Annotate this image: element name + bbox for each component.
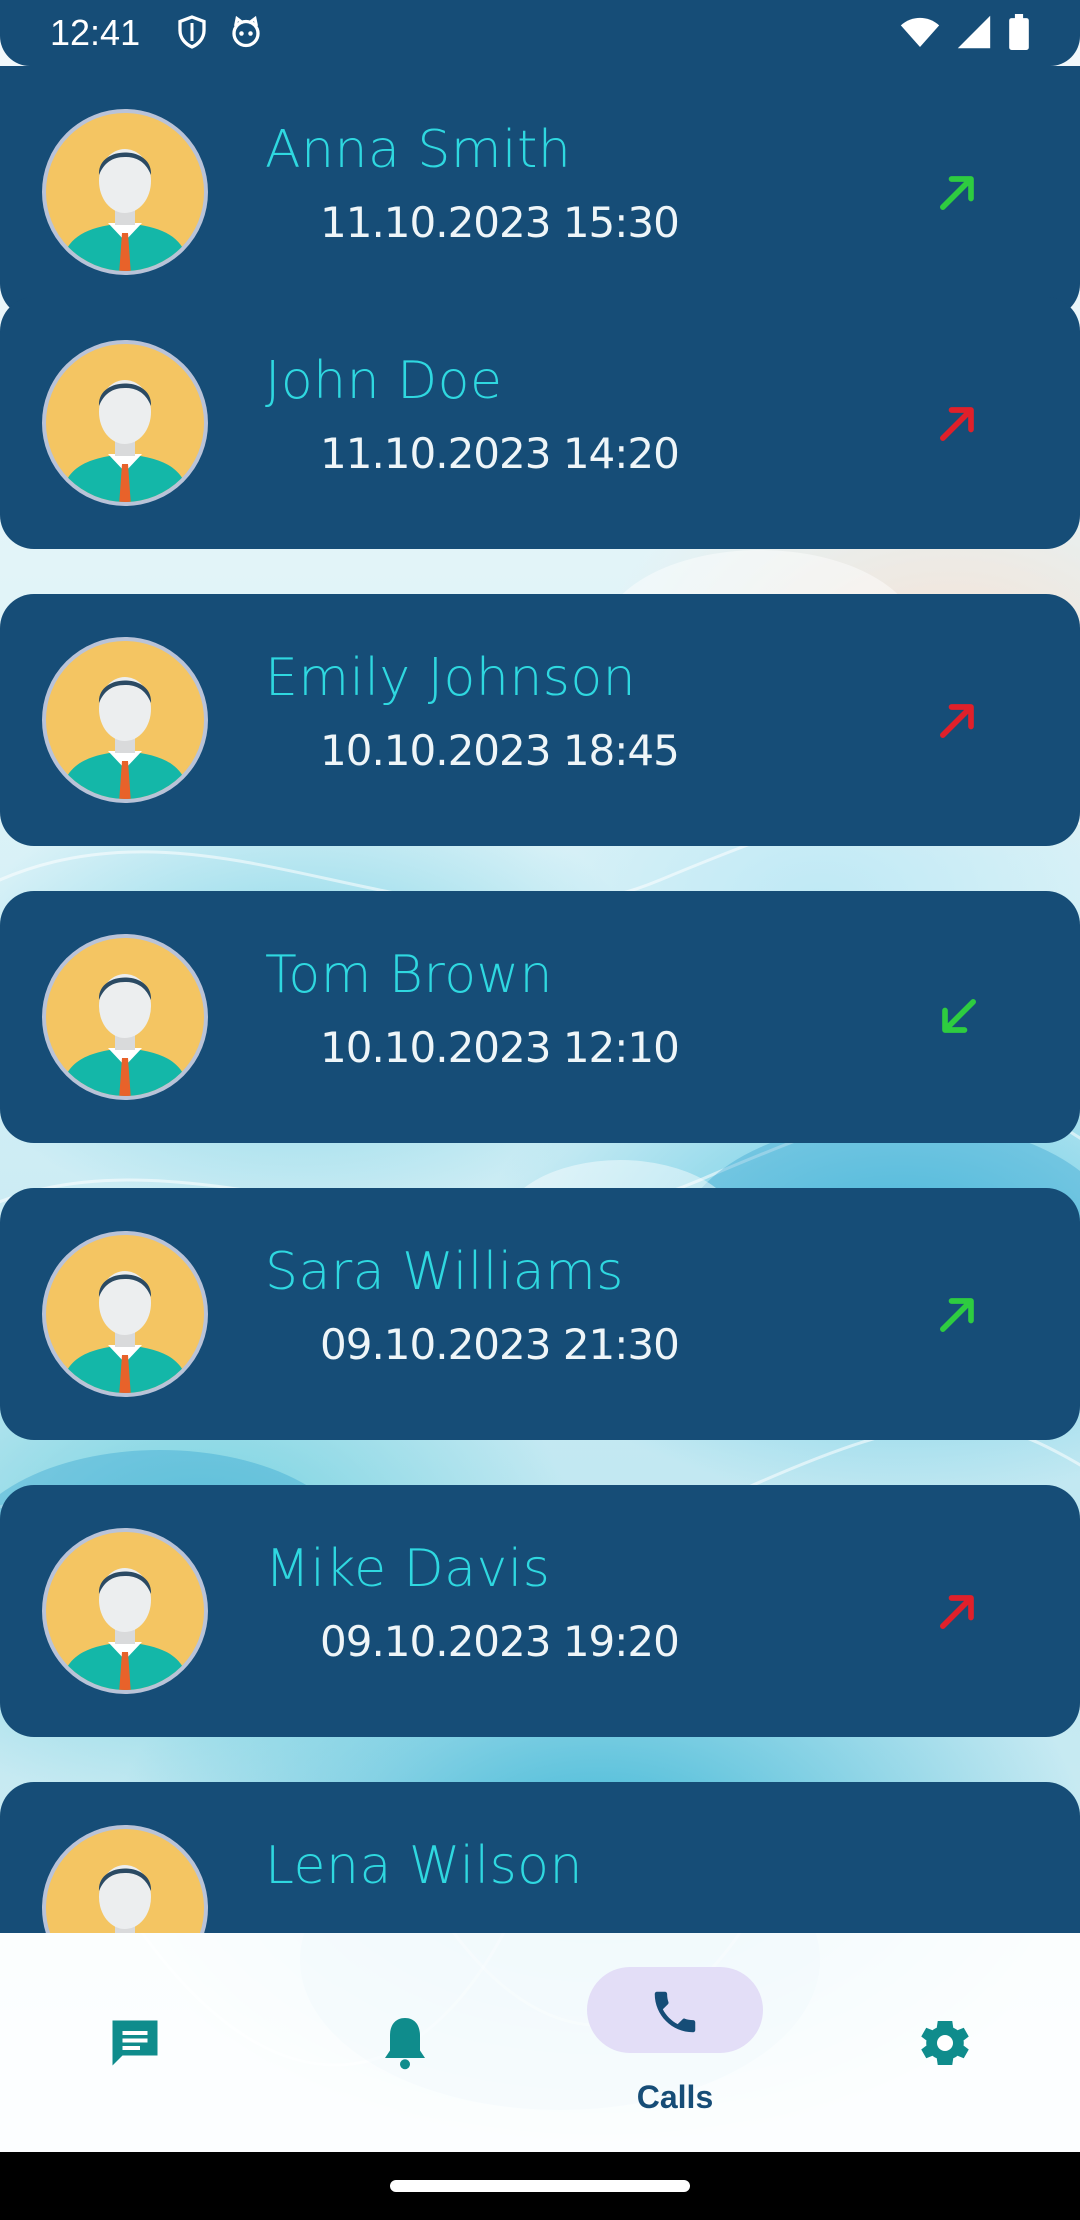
contact-name: Tom Brown <box>265 945 554 1005</box>
call-item[interactable]: John Doe 11.10.2023 14:20 <box>0 297 1080 549</box>
contact-name: Emily Johnson <box>265 648 637 708</box>
avatar <box>42 934 208 1100</box>
nav-selected-indicator <box>587 1967 763 2053</box>
avatar <box>42 1528 208 1694</box>
avatar <box>42 1231 208 1397</box>
home-gesture-handle[interactable] <box>390 2180 690 2192</box>
call-item[interactable]: Lena Wilson <box>0 1782 1080 1933</box>
signal-icon <box>956 14 992 54</box>
gear-icon <box>915 2013 975 2077</box>
call-datetime: 10.10.2023 18:45 <box>320 726 680 775</box>
avatar <box>42 637 208 803</box>
contact-name: Lena Wilson <box>265 1836 583 1896</box>
nav-label-calls: Calls <box>636 2079 714 2115</box>
call-item[interactable]: Tom Brown 10.10.2023 12:10 <box>0 891 1080 1143</box>
call-list[interactable]: Anna Smith 11.10.2023 15:30 John Doe 11.… <box>0 66 1080 1933</box>
outgoing-call-arrow-icon <box>932 1288 984 1340</box>
contact-name: Sara Williams <box>265 1242 624 1302</box>
call-datetime: 11.10.2023 15:30 <box>320 198 680 247</box>
outgoing-call-arrow-icon <box>932 1585 984 1637</box>
call-datetime: 09.10.2023 19:20 <box>320 1617 680 1666</box>
contact-name: John Doe <box>265 351 503 411</box>
outgoing-call-arrow-icon <box>932 397 984 449</box>
contact-name: Mike Davis <box>265 1539 551 1599</box>
call-item[interactable]: Emily Johnson 10.10.2023 18:45 <box>0 594 1080 846</box>
avatar <box>42 1825 208 1933</box>
battery-icon <box>1008 14 1030 54</box>
incoming-call-arrow-icon <box>932 991 984 1043</box>
call-datetime: 09.10.2023 21:30 <box>320 1320 680 1369</box>
nav-item-settings[interactable] <box>810 1933 1080 2152</box>
nav-item-calls[interactable]: Calls <box>540 1933 810 2152</box>
call-item[interactable]: Sara Williams 09.10.2023 21:30 <box>0 1188 1080 1440</box>
status-time: 12:41 <box>50 12 141 53</box>
call-datetime: 10.10.2023 12:10 <box>320 1023 680 1072</box>
call-item[interactable]: Mike Davis 09.10.2023 19:20 <box>0 1485 1080 1737</box>
status-bar: 12:41 <box>0 0 1080 66</box>
cat-icon <box>228 14 264 54</box>
call-item[interactable]: Anna Smith 11.10.2023 15:30 <box>0 66 1080 318</box>
wifi-icon <box>900 14 940 54</box>
bell-icon <box>375 2013 435 2077</box>
nav-item-messages[interactable] <box>0 1933 270 2152</box>
bottom-navigation: Calls <box>0 1933 1080 2152</box>
avatar <box>42 109 208 275</box>
contact-name: Anna Smith <box>265 120 572 180</box>
nav-item-notifications[interactable] <box>270 1933 540 2152</box>
outgoing-call-arrow-icon <box>932 694 984 746</box>
system-navigation-bar <box>0 2152 1080 2220</box>
avatar <box>42 340 208 506</box>
shield-icon <box>174 14 210 54</box>
call-datetime: 11.10.2023 14:20 <box>320 429 680 478</box>
outgoing-call-arrow-icon <box>932 166 984 218</box>
message-icon <box>105 2013 165 2077</box>
phone-icon <box>648 1985 702 2043</box>
